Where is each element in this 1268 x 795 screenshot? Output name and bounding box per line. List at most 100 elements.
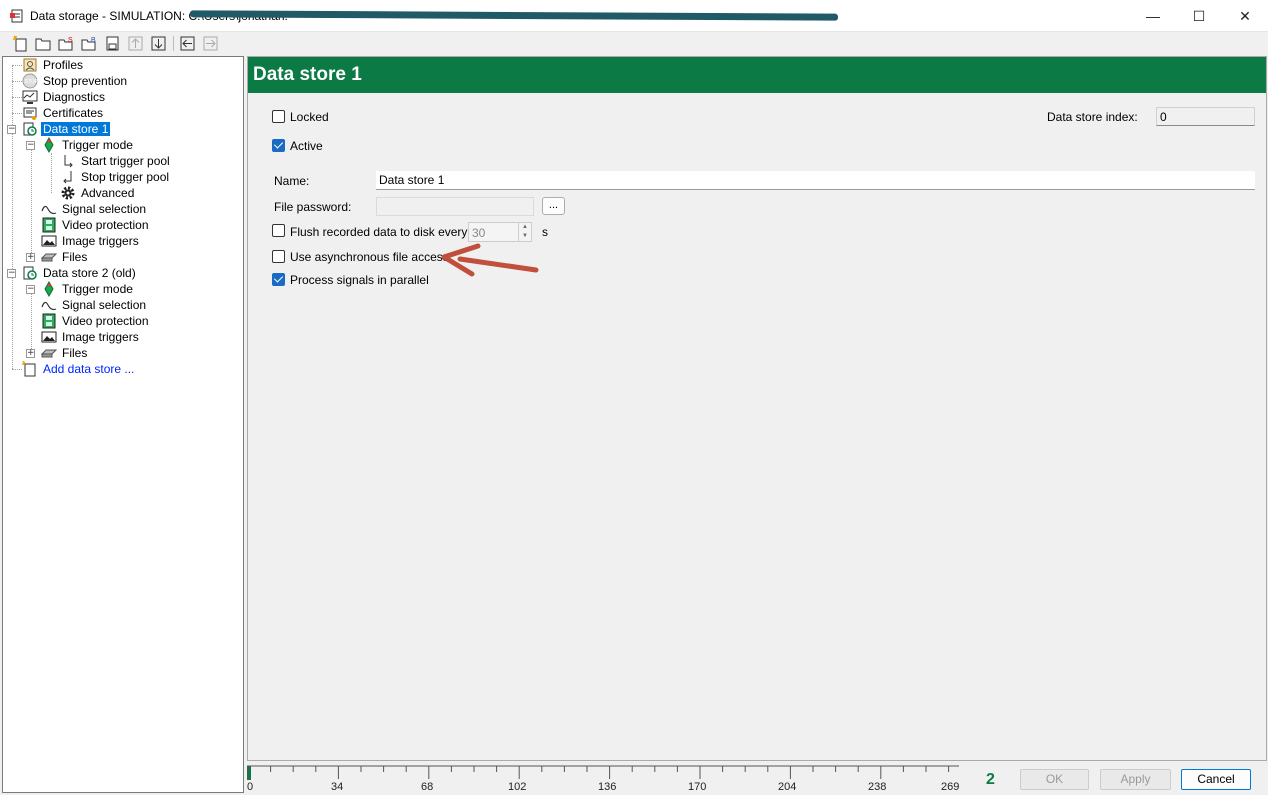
settings-panel: Data store 1 Locked Data store index: 0 … [247, 56, 1267, 761]
tree-connector [31, 289, 32, 353]
tree-item-files[interactable]: Files [41, 249, 89, 265]
parallel-signals-checkbox[interactable] [272, 273, 285, 286]
ruler-label: 0 [247, 781, 254, 793]
tree-item-files-2[interactable]: Files [41, 345, 89, 361]
data-store-index-field: 0 [1156, 107, 1255, 126]
save-disk-icon[interactable] [104, 35, 121, 52]
tree-connector [51, 153, 52, 193]
ruler-label: 68 [421, 781, 434, 793]
bottom-bar: 0 34 68 102 136 170 204 238 269 2 OK App… [247, 762, 1267, 795]
tree-item-trigger-mode[interactable]: Trigger mode [41, 137, 135, 153]
apply-button[interactable]: Apply [1100, 769, 1171, 790]
file-password-field[interactable] [376, 197, 534, 216]
back-icon[interactable] [179, 35, 196, 52]
cancel-button[interactable]: Cancel [1181, 769, 1251, 790]
tree-item-profiles[interactable]: Profiles [22, 57, 85, 73]
active-label: Active [290, 139, 323, 153]
name-field[interactable]: Data store 1 [376, 171, 1255, 190]
collapse-toggle[interactable]: − [26, 285, 35, 294]
tree-item-image-triggers-2[interactable]: Image triggers [41, 329, 141, 345]
navigation-tree[interactable]: − − + − − + Profiles STOP Stop preventio… [2, 56, 244, 793]
tree-item-data-store-2[interactable]: Data store 2 (old) [22, 265, 138, 281]
ruler-label: 204 [778, 781, 797, 793]
new-icon[interactable] [12, 35, 29, 52]
expand-toggle[interactable]: + [26, 349, 35, 358]
collapse-toggle[interactable]: − [7, 269, 16, 278]
svg-text:B: B [91, 37, 96, 44]
close-button[interactable]: ✕ [1222, 0, 1268, 32]
parallel-signals-label: Process signals in parallel [290, 273, 429, 287]
active-checkbox[interactable] [272, 139, 285, 152]
film-icon [42, 217, 56, 233]
flush-label: Flush recorded data to disk every [290, 225, 468, 239]
profiles-icon [23, 58, 37, 72]
tree-connector [12, 65, 13, 369]
tree-item-advanced[interactable]: Advanced [60, 185, 136, 201]
async-file-access-checkbox[interactable] [272, 250, 285, 263]
image-icon [41, 331, 57, 343]
tree-connector [12, 81, 22, 82]
password-browse-button[interactable]: ... [542, 197, 565, 215]
tree-connector [12, 113, 22, 114]
ruler-label: 170 [688, 781, 707, 793]
minimize-button[interactable]: — [1130, 0, 1176, 32]
collapse-toggle[interactable]: − [26, 141, 35, 150]
toolbar-separator [173, 36, 174, 51]
move-up-icon[interactable] [127, 35, 144, 52]
svg-text:S: S [68, 37, 73, 44]
name-label: Name: [274, 174, 310, 188]
disk-icon [41, 253, 57, 262]
ruler-label: 136 [598, 781, 617, 793]
save-as-icon[interactable]: B [81, 35, 98, 52]
locked-label: Locked [290, 110, 329, 124]
maximize-button[interactable]: ☐ [1176, 0, 1222, 32]
tree-item-signal-selection-2[interactable]: Signal selection [41, 297, 148, 313]
stepper-arrows-icon[interactable]: ▲ ▼ [518, 223, 531, 241]
add-store-icon [22, 361, 36, 377]
locked-checkbox[interactable] [272, 110, 285, 123]
ruler-label: 34 [331, 781, 344, 793]
tree-connector [12, 97, 22, 98]
forward-icon[interactable] [202, 35, 219, 52]
tree-item-start-trigger-pool[interactable]: Start trigger pool [60, 153, 172, 169]
tree-item-diagnostics[interactable]: Diagnostics [22, 89, 107, 105]
tree-item-stop-trigger-pool[interactable]: Stop trigger pool [60, 169, 171, 185]
tree-item-certificates[interactable]: Certificates [22, 105, 105, 121]
collapse-toggle[interactable]: − [7, 125, 16, 134]
tree-item-video-protection-2[interactable]: Video protection [41, 313, 151, 329]
start-trigger-icon [64, 155, 73, 168]
certificates-icon [23, 107, 37, 120]
gear-icon [61, 186, 75, 200]
annotation-arrow-icon [441, 243, 539, 277]
svg-text:STOP: STOP [25, 79, 39, 85]
open-folder-icon[interactable] [35, 35, 52, 52]
tree-item-data-store-1[interactable]: Data store 1 [22, 121, 111, 137]
film-icon [42, 313, 56, 329]
tree-item-stop-prevention[interactable]: STOP Stop prevention [22, 73, 129, 89]
ruler-label: 269 [941, 781, 960, 793]
flush-checkbox[interactable] [272, 224, 285, 237]
file-password-label: File password: [274, 200, 352, 214]
signal-icon [41, 205, 57, 215]
tree-item-signal-selection[interactable]: Signal selection [41, 201, 148, 217]
diagnostics-icon [22, 90, 38, 104]
expand-toggle[interactable]: + [26, 253, 35, 262]
tree-item-trigger-mode-2[interactable]: Trigger mode [41, 281, 135, 297]
store-count: 2 [986, 771, 995, 788]
stop-icon: STOP [22, 73, 38, 89]
app-icon [10, 9, 23, 23]
ruler-label: 102 [508, 781, 527, 793]
ok-button[interactable]: OK [1020, 769, 1089, 790]
save-icon[interactable]: S [58, 35, 75, 52]
title-bar: Data storage - SIMULATION: C:\Users\jona… [0, 0, 1268, 32]
image-icon [41, 235, 57, 247]
tree-connector [31, 145, 32, 257]
flush-interval-stepper[interactable]: 30 ▲ ▼ [468, 222, 532, 242]
move-down-icon[interactable] [150, 35, 167, 52]
tree-item-image-triggers[interactable]: Image triggers [41, 233, 141, 249]
panel-header: Data store 1 [248, 57, 1266, 93]
tree-connector [12, 369, 22, 370]
tree-item-add-data-store[interactable]: Add data store ... [22, 361, 136, 377]
disk-icon [41, 349, 57, 358]
tree-item-video-protection[interactable]: Video protection [41, 217, 151, 233]
